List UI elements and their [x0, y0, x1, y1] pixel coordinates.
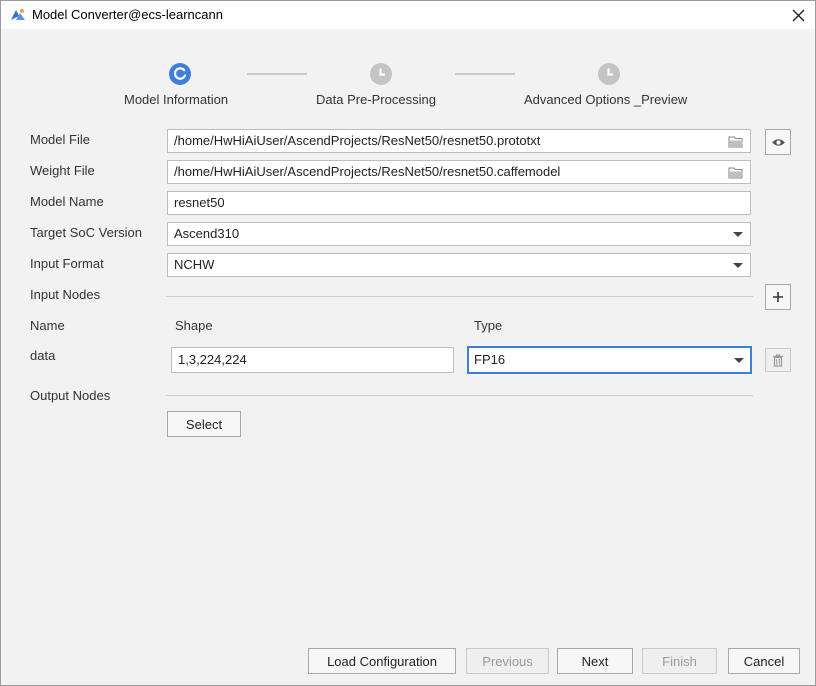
load-configuration-button[interactable]: Load Configuration	[308, 648, 456, 674]
step-3-clock-icon	[598, 63, 620, 85]
output-nodes-label: Output Nodes	[30, 388, 111, 403]
add-input-node-button[interactable]	[765, 284, 791, 310]
input-node-name: data	[30, 348, 56, 363]
plus-icon	[773, 292, 783, 302]
next-button[interactable]: Next	[557, 648, 633, 674]
target-soc-dropdown[interactable]: Ascend310	[167, 222, 751, 246]
trash-icon	[773, 353, 783, 367]
model-name-value: resnet50	[174, 195, 225, 210]
target-soc-value: Ascend310	[174, 226, 240, 241]
cancel-button[interactable]: Cancel	[728, 648, 800, 674]
input-nodes-divider	[166, 296, 753, 297]
model-converter-dialog: Model Converter@ecs-learncann Model Info…	[0, 0, 816, 686]
step-1-active-icon	[169, 63, 191, 85]
column-header-type: Type	[474, 318, 503, 333]
close-button[interactable]	[785, 3, 811, 27]
step-label-advanced-options: Advanced Options _Preview	[524, 92, 688, 107]
input-format-label: Input Format	[30, 256, 104, 271]
step-2-clock-icon	[370, 63, 392, 85]
app-logo-icon	[10, 8, 26, 22]
folder-icon[interactable]	[728, 135, 744, 148]
model-file-value: /home/HwHiAiUser/AscendProjects/ResNet50…	[174, 133, 541, 148]
input-nodes-label: Input Nodes	[30, 287, 101, 302]
window-title: Model Converter@ecs-learncann	[32, 7, 223, 22]
title-bar: Model Converter@ecs-learncann	[1, 1, 815, 29]
output-nodes-divider	[166, 395, 753, 396]
input-format-dropdown[interactable]: NCHW	[167, 253, 751, 277]
input-node-type-dropdown[interactable]: FP16	[467, 346, 752, 374]
column-header-shape: Shape	[175, 318, 213, 333]
weight-file-label: Weight File	[30, 163, 95, 178]
step-label-data-pre-processing: Data Pre-Processing	[316, 92, 436, 107]
input-node-shape-value: 1,3,224,224	[178, 352, 247, 367]
previous-button[interactable]: Previous	[466, 648, 549, 674]
model-file-label: Model File	[30, 132, 90, 147]
target-soc-label: Target SoC Version	[30, 225, 143, 240]
eye-icon	[771, 138, 785, 146]
step-connector	[247, 73, 307, 75]
select-output-nodes-button[interactable]: Select	[167, 411, 241, 437]
input-format-value: NCHW	[174, 257, 215, 272]
weight-file-field[interactable]: /home/HwHiAiUser/AscendProjects/ResNet50…	[167, 160, 751, 184]
column-header-name: Name	[30, 318, 65, 333]
finish-button[interactable]: Finish	[642, 648, 717, 674]
model-name-label: Model Name	[30, 194, 104, 209]
folder-icon[interactable]	[728, 166, 744, 179]
close-icon	[792, 9, 804, 21]
input-node-type-value: FP16	[474, 352, 506, 367]
chevron-down-icon	[733, 263, 743, 268]
preview-model-button[interactable]	[765, 129, 791, 155]
step-connector	[455, 73, 515, 75]
weight-file-value: /home/HwHiAiUser/AscendProjects/ResNet50…	[174, 164, 561, 179]
model-name-input[interactable]: resnet50	[167, 191, 751, 215]
chevron-down-icon	[733, 232, 743, 237]
step-label-model-information: Model Information	[124, 92, 229, 107]
input-node-shape-input[interactable]: 1,3,224,224	[171, 347, 454, 373]
model-file-field[interactable]: /home/HwHiAiUser/AscendProjects/ResNet50…	[167, 129, 751, 153]
chevron-down-icon	[734, 358, 744, 363]
delete-input-node-button[interactable]	[765, 348, 791, 372]
